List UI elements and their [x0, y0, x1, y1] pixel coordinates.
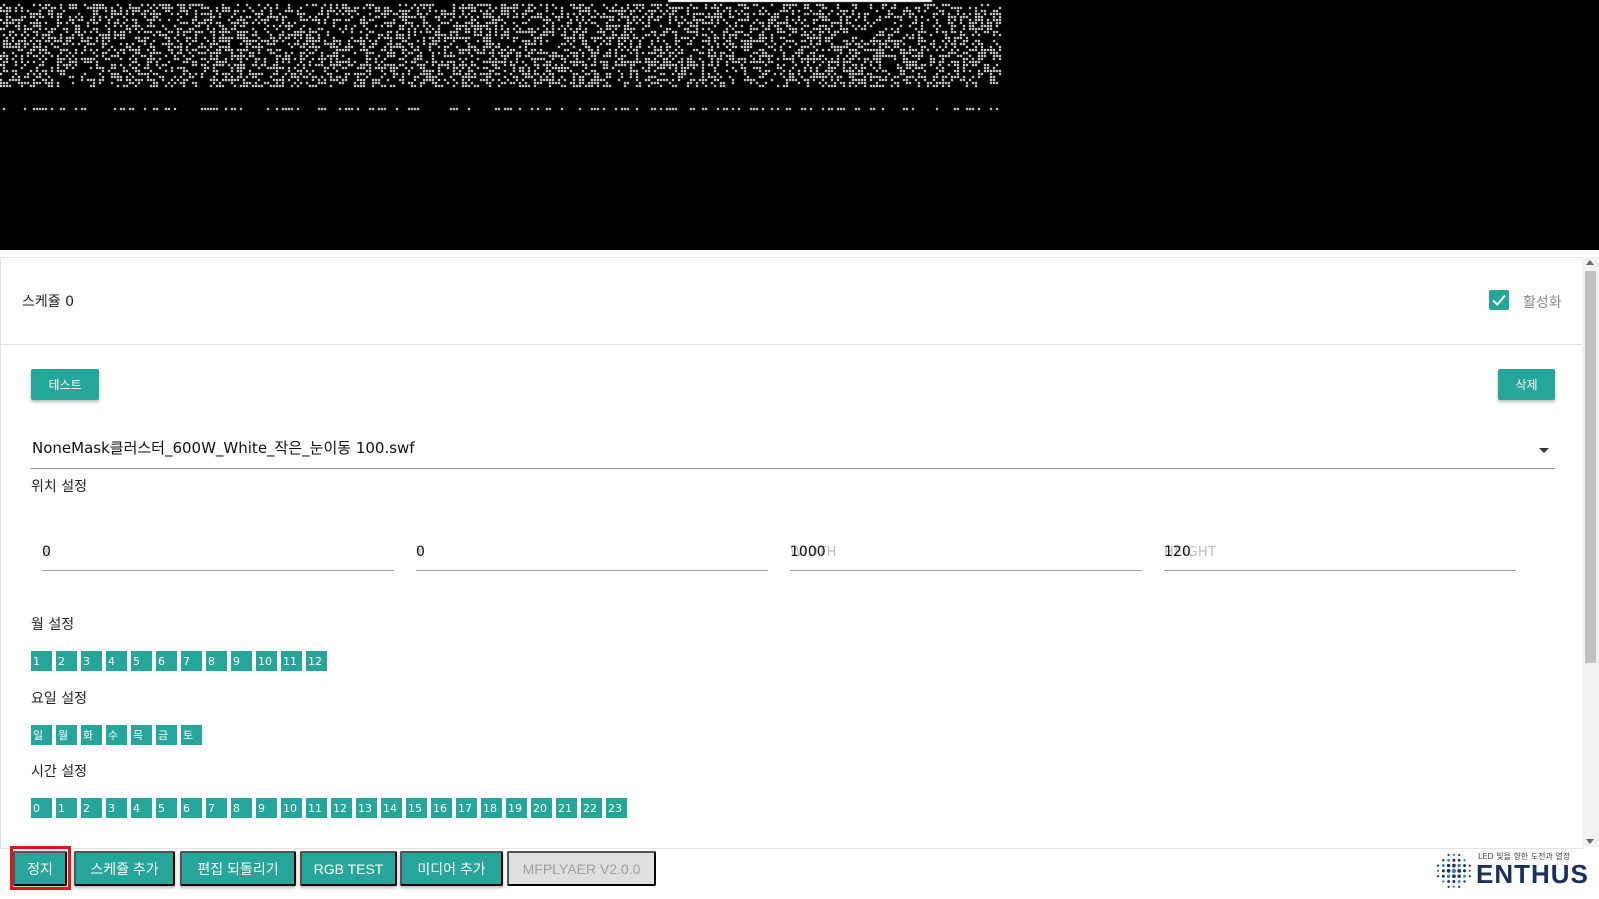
month-chip[interactable]: 8	[206, 651, 227, 671]
hour-chip[interactable]: 6	[181, 798, 202, 818]
month-chip-group: 1 2 3 4 5 6 7 8 9 10 11 12	[31, 651, 331, 671]
hour-chip[interactable]: 1	[56, 798, 77, 818]
weekday-chip[interactable]: 목	[131, 725, 152, 745]
month-chip[interactable]: 10	[256, 651, 277, 671]
x-value: 0	[42, 544, 51, 560]
y-value: 0	[416, 544, 425, 560]
test-button[interactable]: 테스트	[31, 369, 99, 400]
led-preview	[0, 0, 1599, 250]
weekday-chip[interactable]: 금	[156, 725, 177, 745]
weekday-chip[interactable]: 월	[56, 725, 77, 745]
undo-edit-button[interactable]: 편집 되돌리기	[180, 851, 296, 886]
hour-chip[interactable]: 4	[131, 798, 152, 818]
enthus-logo: LED 빛을 향한 도전과 열정 ENTHUS	[1432, 850, 1592, 892]
hour-chip[interactable]: 0	[31, 798, 52, 818]
month-chip[interactable]: 7	[181, 651, 202, 671]
hour-chip[interactable]: 11	[306, 798, 327, 818]
height-field[interactable]: HEIGHT 120	[1164, 533, 1516, 571]
hour-chip[interactable]: 17	[456, 798, 477, 818]
scroll-up-icon[interactable]	[1586, 260, 1594, 265]
hour-section-label: 시간 설정	[31, 764, 87, 780]
hour-chip[interactable]: 9	[256, 798, 277, 818]
weekday-chip[interactable]: 토	[181, 725, 202, 745]
month-chip[interactable]: 6	[156, 651, 177, 671]
delete-button[interactable]: 삭제	[1498, 369, 1555, 400]
scrollbar-thumb[interactable]	[1585, 271, 1596, 663]
version-button: MFPLYAER V2.0.0	[507, 851, 656, 886]
hour-chip[interactable]: 5	[156, 798, 177, 818]
hour-chip[interactable]: 21	[556, 798, 577, 818]
month-chip[interactable]: 4	[106, 651, 127, 671]
hour-chip[interactable]: 18	[481, 798, 502, 818]
weekday-chip-group: 일월화수목금토	[31, 725, 206, 745]
hour-chip[interactable]: 22	[581, 798, 602, 818]
logo-wordmark: ENTHUS	[1476, 859, 1589, 889]
rgb-test-button[interactable]: RGB TEST	[300, 851, 397, 886]
month-chip[interactable]: 5	[131, 651, 152, 671]
hour-chip[interactable]: 23	[606, 798, 627, 818]
hour-chip[interactable]: 12	[331, 798, 352, 818]
hour-chip-group: 0 1 2 3 4 5 6 7 8 9 10 11 12 13 14 15 16 17 18 19 20 21 22 23	[31, 798, 631, 818]
month-chip[interactable]: 9	[231, 651, 252, 671]
month-chip[interactable]: 12	[306, 651, 327, 671]
schedule-title: 스케쥴 0	[22, 294, 74, 310]
y-field[interactable]: Y 0	[416, 533, 768, 571]
hour-chip[interactable]: 7	[206, 798, 227, 818]
add-schedule-button[interactable]: 스케쥴 추가	[74, 851, 175, 886]
weekday-chip[interactable]: 수	[106, 725, 127, 745]
hour-chip[interactable]: 8	[231, 798, 252, 818]
led-dot-matrix	[0, 0, 1599, 250]
height-value: 120	[1164, 544, 1191, 560]
hour-chip[interactable]: 20	[531, 798, 552, 818]
logo-dot-sphere-icon	[1436, 853, 1471, 888]
month-section-label: 월 설정	[31, 617, 75, 633]
hour-chip[interactable]: 15	[406, 798, 427, 818]
weekday-chip[interactable]: 화	[81, 725, 102, 745]
position-section-label: 위치 설정	[31, 479, 87, 495]
media-select[interactable]: NoneMask클러스터_600W_White_작은_눈이동 100.swf	[31, 430, 1555, 469]
caret-down-icon	[1539, 448, 1549, 453]
weekday-section-label: 요일 설정	[31, 691, 87, 707]
hour-chip[interactable]: 10	[281, 798, 302, 818]
hour-chip[interactable]: 2	[81, 798, 102, 818]
hour-chip[interactable]: 19	[506, 798, 527, 818]
month-chip[interactable]: 11	[281, 651, 302, 671]
scroll-down-icon[interactable]	[1586, 839, 1594, 844]
stop-highlight-outline	[10, 846, 71, 890]
width-field[interactable]: WIDTH 1000	[790, 533, 1142, 571]
hour-chip[interactable]: 14	[381, 798, 402, 818]
media-select-value: NoneMask클러스터_600W_White_작은_눈이동 100.swf	[32, 439, 415, 457]
active-label[interactable]: 활성화	[1523, 292, 1562, 312]
card-scrollbar[interactable]	[1582, 257, 1599, 847]
month-chip[interactable]: 2	[56, 651, 77, 671]
width-value: 1000	[790, 544, 826, 560]
schedule-header[interactable]: 스케쥴 0 활성화	[1, 258, 1583, 345]
hour-chip[interactable]: 3	[106, 798, 127, 818]
hour-chip[interactable]: 16	[431, 798, 452, 818]
check-icon	[1492, 294, 1506, 306]
active-checkbox[interactable]	[1489, 290, 1509, 310]
hour-chip[interactable]: 13	[356, 798, 377, 818]
month-chip[interactable]: 3	[81, 651, 102, 671]
x-field[interactable]: X 0	[42, 533, 394, 571]
add-media-button[interactable]: 미디어 추가	[400, 851, 503, 886]
schedule-card: 스케쥴 0 활성화 테스트 삭제 NoneMask클러스터_600W_White…	[0, 257, 1583, 849]
month-chip[interactable]: 1	[31, 651, 52, 671]
weekday-chip[interactable]: 일	[31, 725, 52, 745]
